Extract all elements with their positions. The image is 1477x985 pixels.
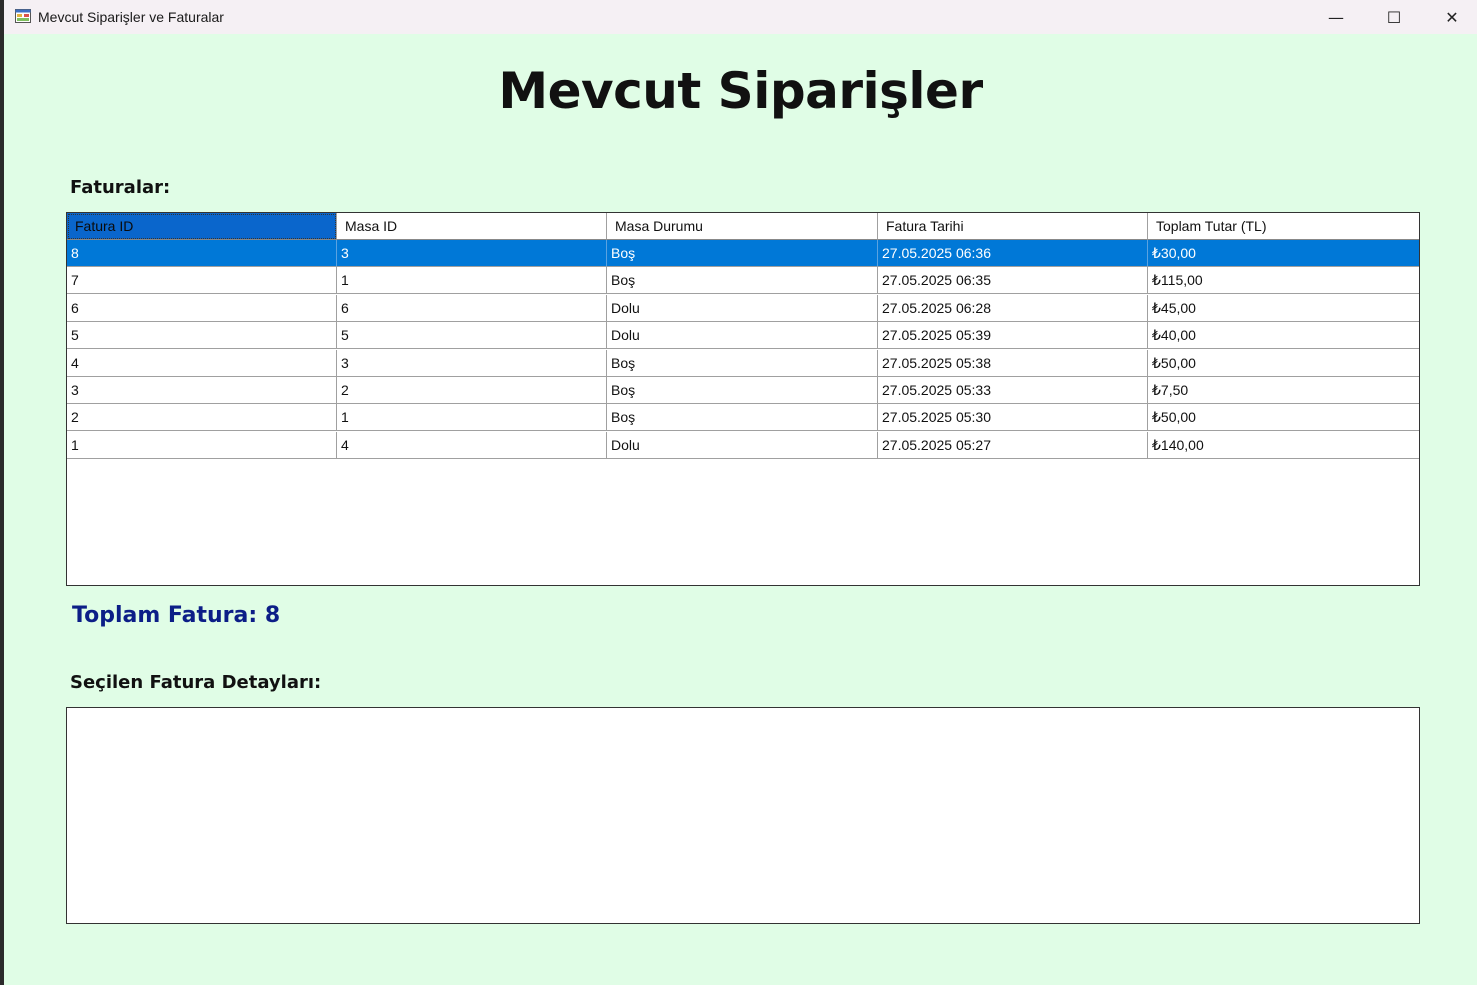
cell-fatura-tarihi[interactable]: 27.05.2025 06:28 xyxy=(878,294,1148,322)
title-bar[interactable]: Mevcut Siparişler ve Faturalar — ☐ ✕ xyxy=(4,0,1477,34)
cell-fatura-id[interactable]: 7 xyxy=(67,267,337,295)
table-row[interactable]: 2 1 Boş 27.05.2025 05:30 ₺50,00 xyxy=(67,404,1419,432)
column-header-fatura-tarihi[interactable]: Fatura Tarihi xyxy=(878,213,1148,240)
column-header-fatura-id[interactable]: Fatura ID xyxy=(67,213,337,240)
cell-fatura-id[interactable]: 2 xyxy=(67,404,337,432)
cell-masa-durumu[interactable]: Boş xyxy=(607,404,878,432)
cell-toplam-tutar[interactable]: ₺50,00 xyxy=(1148,404,1419,432)
cell-fatura-tarihi[interactable]: 27.05.2025 06:35 xyxy=(878,267,1148,295)
cell-fatura-tarihi[interactable]: 27.05.2025 05:33 xyxy=(878,377,1148,404)
grid-header-row: Fatura ID Masa ID Masa Durumu Fatura Tar… xyxy=(67,213,1419,240)
total-invoices-label: Toplam Fatura: 8 xyxy=(72,603,281,628)
cell-masa-id[interactable]: 1 xyxy=(337,267,607,295)
close-button[interactable]: ✕ xyxy=(1423,0,1477,34)
cell-toplam-tutar[interactable]: ₺140,00 xyxy=(1148,432,1419,459)
cell-masa-durumu[interactable]: Boş xyxy=(607,349,878,377)
cell-masa-durumu[interactable]: Boş xyxy=(607,267,878,295)
column-header-masa-id[interactable]: Masa ID xyxy=(337,213,607,240)
cell-masa-id[interactable]: 4 xyxy=(337,431,607,459)
cell-masa-id[interactable]: 6 xyxy=(337,294,607,322)
cell-toplam-tutar[interactable]: ₺7,50 xyxy=(1148,377,1419,404)
invoice-details-box[interactable] xyxy=(66,707,1420,924)
window-title: Mevcut Siparişler ve Faturalar xyxy=(38,9,224,25)
table-row[interactable]: 1 4 Dolu 27.05.2025 05:27 ₺140,00 xyxy=(67,431,1419,459)
close-icon: ✕ xyxy=(1445,7,1459,27)
minimize-button[interactable]: — xyxy=(1307,0,1365,34)
cell-masa-durumu[interactable]: Boş xyxy=(607,377,878,404)
maximize-button[interactable]: ☐ xyxy=(1365,0,1423,34)
cell-toplam-tutar[interactable]: ₺50,00 xyxy=(1148,350,1419,377)
maximize-icon: ☐ xyxy=(1386,7,1402,27)
minimize-icon: — xyxy=(1328,7,1344,27)
cell-masa-durumu[interactable]: Dolu xyxy=(607,431,878,459)
cell-masa-id[interactable]: 5 xyxy=(337,322,607,350)
invoices-label: Faturalar: xyxy=(70,177,171,198)
cell-toplam-tutar[interactable]: ₺115,00 xyxy=(1148,267,1419,295)
cell-fatura-tarihi[interactable]: 27.05.2025 05:38 xyxy=(878,349,1148,377)
column-header-toplam-tutar[interactable]: Toplam Tutar (TL) xyxy=(1148,213,1419,240)
cell-fatura-tarihi[interactable]: 27.05.2025 05:30 xyxy=(878,404,1148,432)
cell-masa-id[interactable]: 3 xyxy=(337,349,607,377)
page-title: Mevcut Siparişler xyxy=(498,62,983,120)
table-row[interactable]: 7 1 Boş 27.05.2025 06:35 ₺115,00 xyxy=(67,267,1419,295)
cell-masa-id[interactable]: 1 xyxy=(337,404,607,432)
table-row[interactable]: 5 5 Dolu 27.05.2025 05:39 ₺40,00 xyxy=(67,322,1419,350)
invoice-grid[interactable]: Fatura ID Masa ID Masa Durumu Fatura Tar… xyxy=(66,212,1420,586)
cell-fatura-id[interactable]: 3 xyxy=(67,377,337,404)
main-window: Mevcut Siparişler ve Faturalar — ☐ ✕ Mev… xyxy=(4,0,1477,985)
table-row[interactable]: 8 3 Boş 27.05.2025 06:36 ₺30,00 xyxy=(67,240,1419,267)
cell-masa-id[interactable]: 2 xyxy=(337,377,607,404)
table-row[interactable]: 4 3 Boş 27.05.2025 05:38 ₺50,00 xyxy=(67,349,1419,377)
cell-fatura-id[interactable]: 4 xyxy=(67,349,337,377)
cell-masa-durumu[interactable]: Dolu xyxy=(607,322,878,350)
cell-toplam-tutar[interactable]: ₺40,00 xyxy=(1148,322,1419,350)
column-header-masa-durumu[interactable]: Masa Durumu xyxy=(607,213,878,240)
app-form-icon xyxy=(15,9,31,23)
details-label: Seçilen Fatura Detayları: xyxy=(70,672,322,693)
cell-masa-id[interactable]: 3 xyxy=(337,240,607,267)
cell-fatura-id[interactable]: 8 xyxy=(67,240,337,267)
cell-masa-durumu[interactable]: Boş xyxy=(607,240,878,267)
cell-masa-durumu[interactable]: Dolu xyxy=(607,294,878,322)
cell-toplam-tutar[interactable]: ₺30,00 xyxy=(1148,240,1419,267)
cell-fatura-tarihi[interactable]: 27.05.2025 06:36 xyxy=(878,240,1148,267)
table-row[interactable]: 3 2 Boş 27.05.2025 05:33 ₺7,50 xyxy=(67,377,1419,404)
cell-fatura-id[interactable]: 1 xyxy=(67,431,337,459)
cell-toplam-tutar[interactable]: ₺45,00 xyxy=(1148,295,1419,322)
cell-fatura-id[interactable]: 5 xyxy=(67,322,337,350)
cell-fatura-id[interactable]: 6 xyxy=(67,294,337,322)
cell-fatura-tarihi[interactable]: 27.05.2025 05:39 xyxy=(878,322,1148,350)
cell-fatura-tarihi[interactable]: 27.05.2025 05:27 xyxy=(878,431,1148,459)
table-row[interactable]: 6 6 Dolu 27.05.2025 06:28 ₺45,00 xyxy=(67,294,1419,322)
